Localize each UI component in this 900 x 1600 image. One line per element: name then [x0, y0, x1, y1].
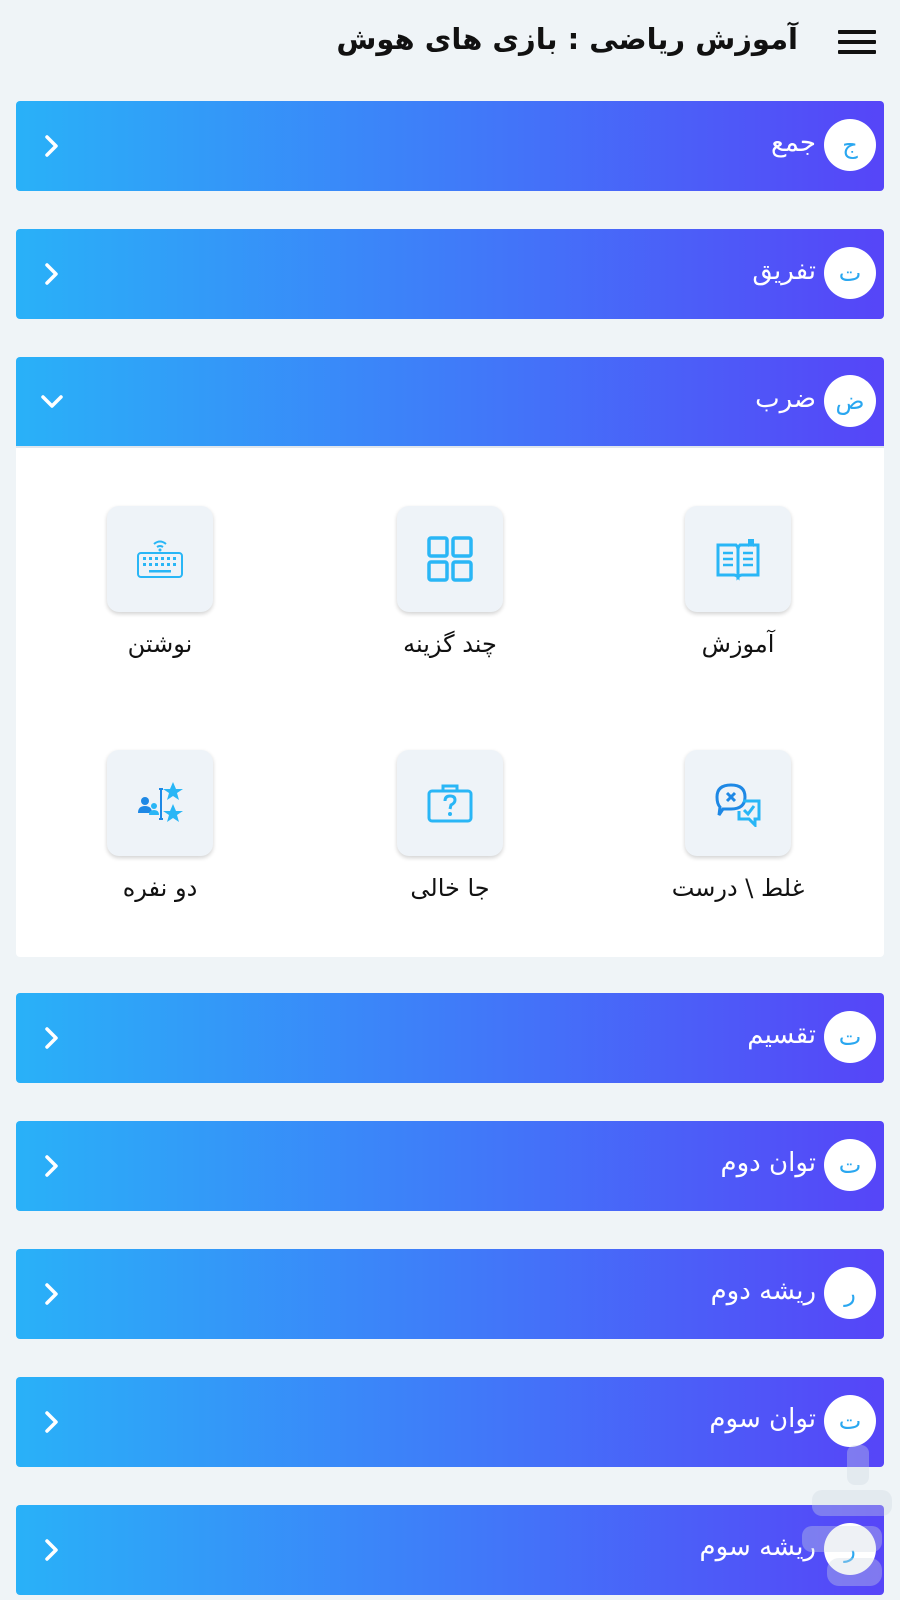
- tile-icon-box: [107, 750, 213, 856]
- multiplication-options-panel: آموزش چند گزینه نوشتن غلط \ درست جا خالی…: [16, 446, 884, 957]
- tile-label: جا خالی: [410, 874, 490, 902]
- section-label: ریشه دوم: [710, 1276, 816, 1306]
- tile-icon-box: [397, 750, 503, 856]
- tile-multiple-choice[interactable]: چند گزینه: [350, 506, 550, 676]
- tile-label: دو نفره: [122, 874, 198, 902]
- section-multiplication[interactable]: ض ضرب: [16, 357, 884, 447]
- grid-icon: [427, 536, 473, 582]
- tile-tutorial[interactable]: آموزش: [638, 506, 838, 676]
- tile-label: غلط \ درست: [671, 874, 805, 902]
- store-watermark-icon: [802, 1445, 892, 1586]
- tile-label: نوشتن: [127, 630, 193, 658]
- section-label: جمع: [771, 128, 816, 158]
- book-icon: [716, 539, 760, 581]
- chat-check-icon: [715, 783, 761, 827]
- chevron-right-icon: [45, 1283, 58, 1305]
- hamburger-menu-icon[interactable]: [838, 28, 878, 56]
- question-briefcase-icon: [427, 784, 473, 823]
- section-division[interactable]: ت تقسیم: [16, 993, 884, 1083]
- users-stars-icon: [138, 782, 183, 822]
- chevron-right-icon: [45, 1539, 58, 1561]
- tile-icon-box: [685, 750, 791, 856]
- section-cube[interactable]: ت توان سوم: [16, 1377, 884, 1467]
- tile-two-player[interactable]: دو نفره: [60, 750, 260, 920]
- section-letter-badge: ت: [824, 247, 876, 299]
- tile-label: چند گزینه: [403, 630, 497, 658]
- tile-label: آموزش: [701, 630, 775, 658]
- tile-true-false[interactable]: غلط \ درست: [638, 750, 838, 920]
- chevron-right-icon: [45, 263, 58, 285]
- section-cube-root[interactable]: ر ریشه سوم: [16, 1505, 884, 1595]
- tile-icon-box: [685, 506, 791, 612]
- section-letter-badge: ر: [824, 1267, 876, 1319]
- tile-icon-box: [397, 506, 503, 612]
- section-letter-badge: ض: [824, 375, 876, 427]
- app-bar: آموزش ریاضی : بازی های هوش: [0, 0, 900, 82]
- section-square-root[interactable]: ر ریشه دوم: [16, 1249, 884, 1339]
- section-letter-badge: ت: [824, 1011, 876, 1063]
- section-letter-badge: ج: [824, 119, 876, 171]
- keyboard-icon: [137, 540, 183, 578]
- section-label: تفریق: [752, 256, 816, 286]
- section-label: تقسیم: [747, 1020, 816, 1050]
- section-subtraction[interactable]: ت تفریق: [16, 229, 884, 319]
- chevron-right-icon: [45, 135, 58, 157]
- chevron-right-icon: [45, 1155, 58, 1177]
- section-square[interactable]: ت توان دوم: [16, 1121, 884, 1211]
- chevron-right-icon: [45, 1027, 58, 1049]
- section-addition[interactable]: ج جمع: [16, 101, 884, 191]
- section-label: ضرب: [755, 384, 816, 414]
- section-letter-badge: ت: [824, 1139, 876, 1191]
- tile-fill-blank[interactable]: جا خالی: [350, 750, 550, 920]
- section-label: توان سوم: [709, 1404, 816, 1434]
- chevron-right-icon: [45, 1411, 58, 1433]
- page-title: آموزش ریاضی : بازی های هوش: [336, 22, 798, 56]
- section-label: توان دوم: [720, 1148, 816, 1178]
- tile-icon-box: [107, 506, 213, 612]
- chevron-down-icon: [41, 395, 63, 408]
- tile-writing[interactable]: نوشتن: [60, 506, 260, 676]
